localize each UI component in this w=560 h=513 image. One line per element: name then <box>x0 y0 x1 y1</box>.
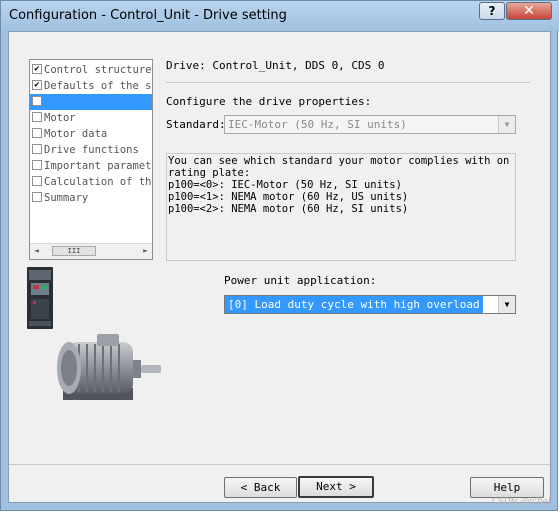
standard-dropdown[interactable]: IEC-Motor (50 Hz, SI units) ▼ <box>224 115 516 134</box>
tree-horizontal-scrollbar[interactable]: ◄ III ► <box>30 243 152 259</box>
scroll-thumb[interactable]: III <box>52 246 96 256</box>
tree-item-label: Calculation of the <box>44 176 152 188</box>
scroll-right-icon[interactable]: ► <box>143 246 148 255</box>
configure-label: Configure the drive properties: <box>166 95 372 108</box>
standard-label: Standard: <box>166 118 226 131</box>
help-title-button[interactable]: ? <box>479 2 505 20</box>
power-unit-dropdown-value: [0] Load duty cycle with high overload f… <box>225 296 483 313</box>
tree-item-important-parameters[interactable]: Important paramete <box>30 158 152 174</box>
info-line: p100=<1>: NEMA motor (60 Hz, US units) <box>168 191 409 203</box>
tree-item-calculation[interactable]: Calculation of the <box>30 174 152 190</box>
drive-unit-image <box>27 267 53 329</box>
footer-divider <box>9 464 550 465</box>
scroll-left-icon[interactable]: ◄ <box>34 246 39 255</box>
power-unit-label: Power unit application: <box>224 274 377 287</box>
power-unit-dropdown[interactable]: [0] Load duty cycle with high overload f… <box>224 295 516 314</box>
standard-info-box: You can see which standard your motor co… <box>166 153 516 261</box>
help-button[interactable]: Help <box>470 477 544 498</box>
title-bar[interactable]: Configuration - Control_Unit - Drive set… <box>1 1 559 31</box>
tree-item-label: Defaults of the se <box>44 80 152 92</box>
info-line: p100=<2>: NEMA motor (60 Hz, SI units) <box>168 203 409 215</box>
tree-item-motor-data[interactable]: Motor data <box>30 126 152 142</box>
window-title: Configuration - Control_Unit - Drive set… <box>9 8 287 23</box>
dialog-client-area: ✔ Control structure ✔ Defaults of the se… <box>8 31 551 503</box>
header-divider <box>166 82 530 83</box>
info-line: You can see which standard your motor co… <box>168 155 516 167</box>
checkbox-icon <box>32 144 42 154</box>
checkbox-icon <box>32 112 42 122</box>
tree-item-defaults[interactable]: ✔ Defaults of the se <box>30 78 152 94</box>
tree-item-motor[interactable]: Motor <box>30 110 152 126</box>
tree-item-label: Control structure <box>44 64 152 76</box>
chevron-down-icon[interactable]: ▼ <box>498 116 515 133</box>
checkbox-checked-icon: ✔ <box>32 80 42 90</box>
checkbox-icon <box>32 176 42 186</box>
tree-item-label: Motor data <box>44 128 108 140</box>
tree-item-label: Summary <box>44 192 89 204</box>
checkbox-icon <box>32 128 42 138</box>
tree-item-control-structure[interactable]: ✔ Control structure <box>30 62 152 78</box>
watermark: CSDN @lchel <box>492 497 551 507</box>
tree-item-label: Motor <box>44 112 76 124</box>
tree-item-drive-setting[interactable]: Drive setting <box>30 94 152 110</box>
checkbox-icon <box>32 96 42 106</box>
configuration-dialog: Configuration - Control_Unit - Drive set… <box>0 0 559 511</box>
checkbox-icon <box>32 160 42 170</box>
standard-dropdown-value: IEC-Motor (50 Hz, SI units) <box>228 118 407 131</box>
tree-item-summary[interactable]: Summary <box>30 190 152 206</box>
drive-info: Drive: Control_Unit, DDS 0, CDS 0 <box>166 59 385 72</box>
info-line: rating plate: <box>168 167 251 179</box>
tree-item-label: Drive setting <box>44 96 127 108</box>
checkbox-checked-icon: ✔ <box>32 64 42 74</box>
back-button[interactable]: < Back <box>224 477 297 498</box>
close-button[interactable]: ✕ <box>506 2 552 20</box>
info-line: p100=<0>: IEC-Motor (50 Hz, SI units) <box>168 179 402 191</box>
checkbox-icon <box>32 192 42 202</box>
navigation-tree[interactable]: ✔ Control structure ✔ Defaults of the se… <box>29 59 153 260</box>
next-button[interactable]: Next > <box>298 476 374 498</box>
chevron-down-icon[interactable]: ▼ <box>498 296 515 313</box>
tree-item-label: Drive functions <box>44 144 139 156</box>
tree-item-label: Important paramete <box>44 160 152 172</box>
tree-item-drive-functions[interactable]: Drive functions <box>30 142 152 158</box>
motor-image <box>57 334 161 400</box>
